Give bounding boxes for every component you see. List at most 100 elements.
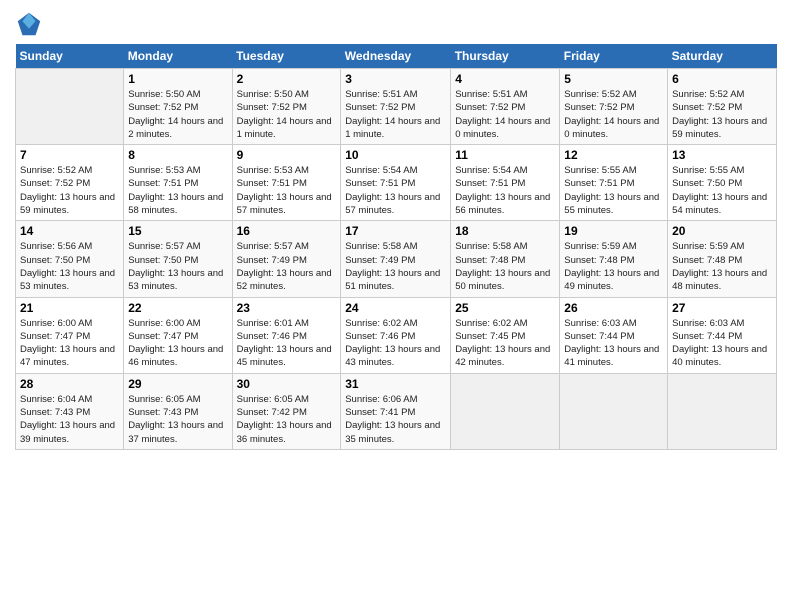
day-cell: 13 Sunrise: 5:55 AMSunset: 7:50 PMDayligh… [668,145,777,221]
day-cell: 14Sunrise: 5:56 AMSunset: 7:50 PMDayligh… [16,221,124,297]
day-cell [668,373,777,449]
day-cell: 6 Sunrise: 5:52 AMSunset: 7:52 PMDaylight… [668,69,777,145]
day-detail: Sunrise: 5:57 AMSunset: 7:50 PMDaylight:… [128,240,227,293]
day-number: 1 [128,72,227,86]
day-number: 22 [128,301,227,315]
day-number: 27 [672,301,772,315]
day-number: 10 [345,148,446,162]
day-detail: Sunrise: 5:54 AMSunset: 7:51 PMDaylight:… [455,164,555,217]
day-cell: 4Sunrise: 5:51 AMSunset: 7:52 PMDaylight… [451,69,560,145]
day-header-sunday: Sunday [16,44,124,69]
day-header-tuesday: Tuesday [232,44,341,69]
day-cell [16,69,124,145]
day-number: 17 [345,224,446,238]
day-cell: 15 Sunrise: 5:57 AMSunset: 7:50 PMDayligh… [124,221,232,297]
day-number: 2 [237,72,337,86]
day-detail: Sunrise: 6:01 AMSunset: 7:46 PMDaylight:… [237,317,337,370]
day-detail: Sunrise: 6:00 AMSunset: 7:47 PMDaylight:… [20,317,119,370]
day-number: 6 [672,72,772,86]
day-cell: 28 Sunrise: 6:04 AMSunset: 7:43 PMDayligh… [16,373,124,449]
day-number: 7 [20,148,119,162]
day-cell: 31 Sunrise: 6:06 AMSunset: 7:41 PMDayligh… [341,373,451,449]
day-detail: Sunrise: 5:57 AMSunset: 7:49 PMDaylight:… [237,240,337,293]
day-header-thursday: Thursday [451,44,560,69]
calendar-table: SundayMondayTuesdayWednesdayThursdayFrid… [15,44,777,450]
page-container: SundayMondayTuesdayWednesdayThursdayFrid… [0,0,792,460]
day-detail: Sunrise: 6:02 AMSunset: 7:46 PMDaylight:… [345,317,446,370]
day-cell: 18Sunrise: 5:58 AMSunset: 7:48 PMDayligh… [451,221,560,297]
day-cell: 19Sunrise: 5:59 AMSunset: 7:48 PMDayligh… [560,221,668,297]
day-header-monday: Monday [124,44,232,69]
day-detail: Sunrise: 6:05 AMSunset: 7:42 PMDaylight:… [237,393,337,446]
day-cell: 30 Sunrise: 6:05 AMSunset: 7:42 PMDayligh… [232,373,341,449]
day-cell: 10 Sunrise: 5:54 AMSunset: 7:51 PMDayligh… [341,145,451,221]
day-cell: 20 Sunrise: 5:59 AMSunset: 7:48 PMDayligh… [668,221,777,297]
day-cell: 5Sunrise: 5:52 AMSunset: 7:52 PMDaylight… [560,69,668,145]
day-detail: Sunrise: 6:04 AMSunset: 7:43 PMDaylight:… [20,393,119,446]
day-header-friday: Friday [560,44,668,69]
day-number: 3 [345,72,446,86]
day-detail: Sunrise: 5:59 AMSunset: 7:48 PMDaylight:… [672,240,772,293]
week-row-5: 28 Sunrise: 6:04 AMSunset: 7:43 PMDayligh… [16,373,777,449]
week-row-4: 21 Sunrise: 6:00 AMSunset: 7:47 PMDayligh… [16,297,777,373]
day-detail: Sunrise: 5:55 AMSunset: 7:51 PMDaylight:… [564,164,663,217]
day-number: 26 [564,301,663,315]
day-number: 21 [20,301,119,315]
day-cell [560,373,668,449]
day-cell: 21 Sunrise: 6:00 AMSunset: 7:47 PMDayligh… [16,297,124,373]
day-detail: Sunrise: 6:05 AMSunset: 7:43 PMDaylight:… [128,393,227,446]
day-number: 24 [345,301,446,315]
day-number: 8 [128,148,227,162]
day-detail: Sunrise: 5:52 AMSunset: 7:52 PMDaylight:… [20,164,119,217]
day-detail: Sunrise: 5:52 AMSunset: 7:52 PMDaylight:… [672,88,772,141]
day-cell: 24 Sunrise: 6:02 AMSunset: 7:46 PMDayligh… [341,297,451,373]
day-cell: 1 Sunrise: 5:50 AMSunset: 7:52 PMDaylight… [124,69,232,145]
week-row-2: 7 Sunrise: 5:52 AMSunset: 7:52 PMDaylight… [16,145,777,221]
day-cell: 29 Sunrise: 6:05 AMSunset: 7:43 PMDayligh… [124,373,232,449]
day-cell: 9Sunrise: 5:53 AMSunset: 7:51 PMDaylight… [232,145,341,221]
day-cell: 22 Sunrise: 6:00 AMSunset: 7:47 PMDayligh… [124,297,232,373]
day-cell: 25Sunrise: 6:02 AMSunset: 7:45 PMDayligh… [451,297,560,373]
day-detail: Sunrise: 6:03 AMSunset: 7:44 PMDaylight:… [564,317,663,370]
day-number: 12 [564,148,663,162]
day-detail: Sunrise: 6:03 AMSunset: 7:44 PMDaylight:… [672,317,772,370]
day-number: 14 [20,224,119,238]
day-cell: 27 Sunrise: 6:03 AMSunset: 7:44 PMDayligh… [668,297,777,373]
day-detail: Sunrise: 5:58 AMSunset: 7:49 PMDaylight:… [345,240,446,293]
day-cell: 17 Sunrise: 5:58 AMSunset: 7:49 PMDayligh… [341,221,451,297]
day-number: 13 [672,148,772,162]
header-row: SundayMondayTuesdayWednesdayThursdayFrid… [16,44,777,69]
day-detail: Sunrise: 5:51 AMSunset: 7:52 PMDaylight:… [345,88,446,141]
day-number: 29 [128,377,227,391]
day-cell: 2 Sunrise: 5:50 AMSunset: 7:52 PMDaylight… [232,69,341,145]
day-number: 16 [237,224,337,238]
day-number: 20 [672,224,772,238]
day-cell: 11 Sunrise: 5:54 AMSunset: 7:51 PMDayligh… [451,145,560,221]
day-detail: Sunrise: 5:51 AMSunset: 7:52 PMDaylight:… [455,88,555,141]
day-number: 30 [237,377,337,391]
day-number: 11 [455,148,555,162]
day-number: 5 [564,72,663,86]
day-detail: Sunrise: 6:00 AMSunset: 7:47 PMDaylight:… [128,317,227,370]
day-header-wednesday: Wednesday [341,44,451,69]
day-cell: 23Sunrise: 6:01 AMSunset: 7:46 PMDayligh… [232,297,341,373]
day-header-saturday: Saturday [668,44,777,69]
day-detail: Sunrise: 5:50 AMSunset: 7:52 PMDaylight:… [237,88,337,141]
logo [15,10,47,38]
week-row-3: 14Sunrise: 5:56 AMSunset: 7:50 PMDayligh… [16,221,777,297]
day-detail: Sunrise: 5:50 AMSunset: 7:52 PMDaylight:… [128,88,227,141]
day-cell: 7 Sunrise: 5:52 AMSunset: 7:52 PMDaylight… [16,145,124,221]
day-detail: Sunrise: 5:55 AMSunset: 7:50 PMDaylight:… [672,164,772,217]
day-detail: Sunrise: 5:58 AMSunset: 7:48 PMDaylight:… [455,240,555,293]
day-number: 31 [345,377,446,391]
day-number: 15 [128,224,227,238]
day-cell [451,373,560,449]
day-detail: Sunrise: 5:54 AMSunset: 7:51 PMDaylight:… [345,164,446,217]
day-cell: 12 Sunrise: 5:55 AMSunset: 7:51 PMDayligh… [560,145,668,221]
day-detail: Sunrise: 6:06 AMSunset: 7:41 PMDaylight:… [345,393,446,446]
day-number: 19 [564,224,663,238]
day-cell: 26 Sunrise: 6:03 AMSunset: 7:44 PMDayligh… [560,297,668,373]
logo-icon [15,10,43,38]
day-number: 28 [20,377,119,391]
day-cell: 8Sunrise: 5:53 AMSunset: 7:51 PMDaylight… [124,145,232,221]
